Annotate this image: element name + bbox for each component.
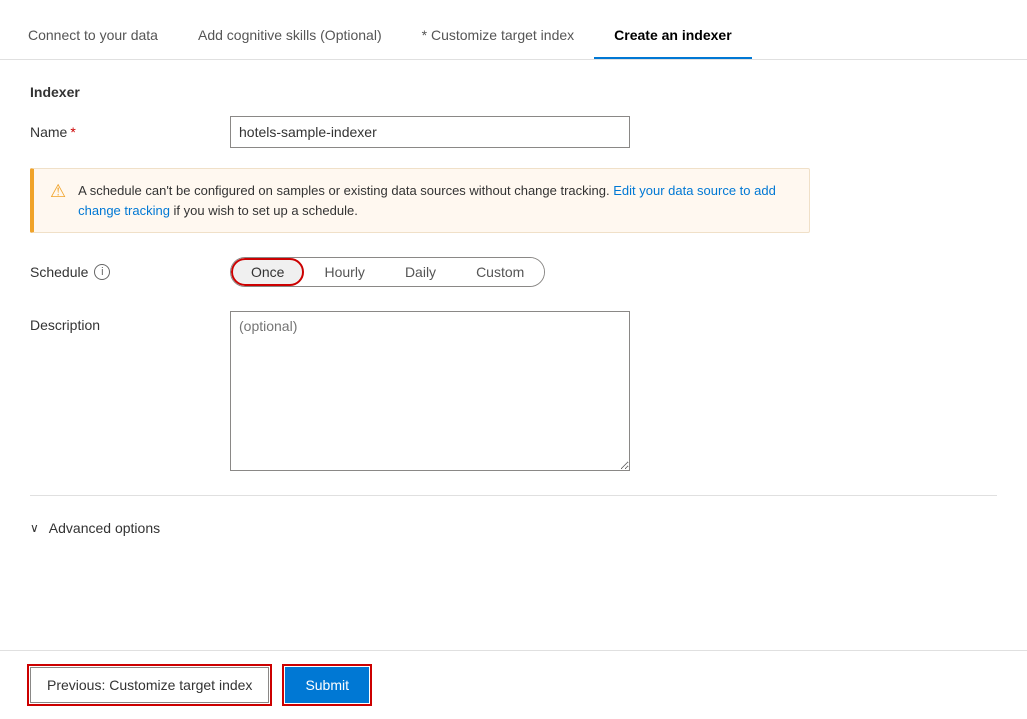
schedule-info-icon[interactable]: i xyxy=(94,264,110,280)
description-row: Description xyxy=(30,311,997,471)
schedule-label-text: Schedule xyxy=(30,264,88,280)
tab-create-indexer[interactable]: Create an indexer xyxy=(594,0,752,59)
section-title: Indexer xyxy=(30,84,997,100)
back-button[interactable]: Previous: Customize target index xyxy=(30,667,269,703)
schedule-hourly[interactable]: Hourly xyxy=(304,258,384,286)
advanced-options-label: Advanced options xyxy=(49,520,160,536)
submit-button[interactable]: Submit xyxy=(285,667,369,703)
main-content: Indexer Name* ⚠ A schedule can't be conf… xyxy=(0,60,1027,650)
chevron-down-icon: ∨ xyxy=(30,521,39,535)
required-indicator: * xyxy=(70,124,75,140)
tab-customize[interactable]: * Customize target index xyxy=(402,0,595,59)
name-label-text: Name xyxy=(30,124,67,140)
divider xyxy=(30,495,997,496)
name-label: Name* xyxy=(30,124,230,140)
page-container: Connect to your data Add cognitive skill… xyxy=(0,0,1027,719)
schedule-row: Schedule i Once Hourly Daily Custom xyxy=(30,257,997,287)
advanced-options-row[interactable]: ∨ Advanced options xyxy=(30,512,997,544)
name-row: Name* xyxy=(30,116,997,148)
tab-cognitive[interactable]: Add cognitive skills (Optional) xyxy=(178,0,402,59)
schedule-daily[interactable]: Daily xyxy=(385,258,456,286)
warning-icon: ⚠ xyxy=(50,181,66,202)
warning-text: A schedule can't be configured on sample… xyxy=(78,181,793,220)
schedule-once[interactable]: Once xyxy=(231,258,304,286)
description-label: Description xyxy=(30,311,230,333)
description-textarea[interactable] xyxy=(230,311,630,471)
warning-banner: ⚠ A schedule can't be configured on samp… xyxy=(30,168,810,233)
tab-navigation: Connect to your data Add cognitive skill… xyxy=(0,0,1027,60)
footer: Previous: Customize target index Submit xyxy=(0,650,1027,719)
schedule-options-group: Once Hourly Daily Custom xyxy=(230,257,545,287)
schedule-label: Schedule i xyxy=(30,264,230,280)
name-input[interactable] xyxy=(230,116,630,148)
tab-connect[interactable]: Connect to your data xyxy=(24,0,178,59)
warning-link[interactable]: Edit your data source to add change trac… xyxy=(78,183,776,218)
schedule-custom[interactable]: Custom xyxy=(456,258,544,286)
